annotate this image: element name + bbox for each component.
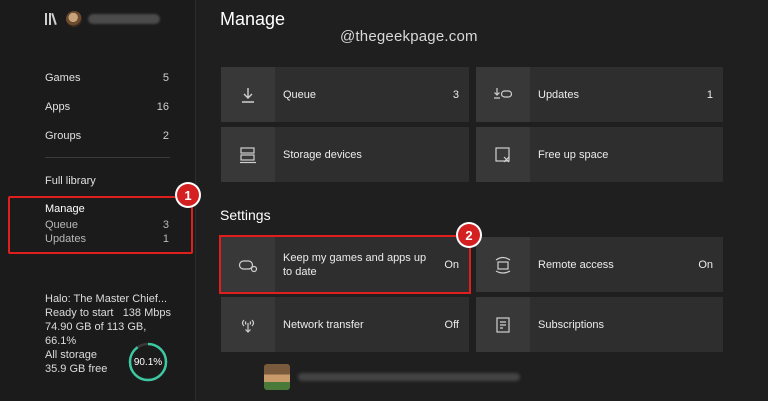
storage-summary[interactable]: All storage 35.9 GB free bbox=[45, 348, 107, 376]
sidebar-manage-updates: Updates 1 bbox=[45, 233, 169, 245]
game-speed: 138 Mbps bbox=[122, 307, 171, 319]
tile-label: Storage devices bbox=[283, 148, 362, 161]
setting-label: Remote access bbox=[538, 258, 614, 271]
sidebar-item-count: 2 bbox=[162, 130, 169, 142]
tile-label: Free up space bbox=[538, 148, 609, 161]
sidebar-divider bbox=[45, 157, 170, 158]
step-badge-1: 1 bbox=[177, 184, 199, 206]
sidebar-item-apps[interactable]: Apps 16 bbox=[45, 99, 169, 115]
sidebar-manage-updates-count: 1 bbox=[162, 233, 169, 245]
game-download-status[interactable]: Halo: The Master Chief... Ready to start… bbox=[45, 292, 171, 348]
tile-label: Updates bbox=[538, 88, 579, 101]
sidebar-item-count: 16 bbox=[156, 101, 169, 113]
tile-value: 3 bbox=[452, 88, 459, 101]
gamertag-blurred bbox=[88, 14, 160, 24]
free-space-icon bbox=[476, 127, 530, 182]
tile-value: 1 bbox=[706, 88, 713, 101]
sidebar-manage-updates-label: Updates bbox=[45, 233, 86, 245]
tile-free-up-space[interactable]: Free up space bbox=[476, 127, 723, 182]
setting-remote-access[interactable]: Remote access On bbox=[476, 237, 723, 292]
storage-percent: 90.1% bbox=[133, 356, 163, 368]
subscriptions-icon bbox=[476, 297, 530, 352]
sidebar-item-games[interactable]: Games 5 bbox=[45, 70, 169, 86]
sidebar-item-count: 5 bbox=[162, 72, 169, 84]
game-name: Halo: The Master Chief... bbox=[45, 293, 168, 305]
tile-storage-devices[interactable]: Storage devices bbox=[221, 127, 469, 182]
sidebar-item-full-library[interactable]: Full library bbox=[45, 173, 169, 189]
storage-free: 35.9 GB free bbox=[45, 363, 108, 375]
setting-value: On bbox=[698, 258, 713, 271]
step-badge-2: 2 bbox=[458, 224, 480, 246]
setting-subscriptions[interactable]: Subscriptions bbox=[476, 297, 723, 352]
setting-label: Network transfer bbox=[283, 318, 364, 331]
setting-label: Keep my games and apps up to date bbox=[283, 251, 427, 278]
download-icon bbox=[221, 67, 275, 122]
sidebar-manage-queue-count: 3 bbox=[162, 219, 169, 231]
sidebar: Games 5 Apps 16 Groups 2 Full library Ma… bbox=[0, 0, 196, 401]
setting-value: Off bbox=[444, 318, 459, 331]
controller-download-icon bbox=[476, 67, 530, 122]
setting-keep-up-to-date[interactable]: Keep my games and apps up to date On bbox=[219, 235, 471, 294]
page-title: Manage bbox=[220, 9, 286, 29]
avatar[interactable] bbox=[66, 11, 82, 27]
library-icon bbox=[45, 12, 57, 26]
tile-label: Queue bbox=[283, 88, 317, 101]
sidebar-manage-queue-label: Queue bbox=[45, 219, 79, 231]
settings-title: Settings bbox=[220, 207, 271, 223]
remote-access-icon bbox=[476, 237, 530, 292]
tile-updates[interactable]: Updates 1 bbox=[476, 67, 723, 122]
profile-header[interactable] bbox=[44, 11, 160, 27]
network-transfer-icon bbox=[221, 297, 275, 352]
sidebar-item-label: Games bbox=[45, 72, 81, 84]
sidebar-item-label: Apps bbox=[45, 101, 71, 113]
game-status: Ready to start bbox=[45, 307, 114, 319]
controller-settings-icon bbox=[221, 237, 275, 292]
sidebar-item-groups[interactable]: Groups 2 bbox=[45, 128, 169, 144]
tile-queue[interactable]: Queue 3 bbox=[221, 67, 469, 122]
sidebar-manage-queue: Queue 3 bbox=[45, 219, 169, 231]
setting-network-transfer[interactable]: Network transfer Off bbox=[221, 297, 469, 352]
blurred-text bbox=[298, 373, 520, 381]
sidebar-manage-title: Manage bbox=[45, 203, 85, 215]
setting-value: On bbox=[444, 258, 459, 271]
storage-label: All storage bbox=[45, 349, 97, 361]
avatar[interactable] bbox=[264, 364, 290, 390]
storage-icon bbox=[221, 127, 275, 182]
sidebar-item-label: Full library bbox=[45, 175, 96, 187]
setting-label: Subscriptions bbox=[538, 318, 605, 331]
sidebar-item-label: Groups bbox=[45, 130, 82, 142]
watermark: @thegeekpage.com bbox=[340, 28, 478, 45]
